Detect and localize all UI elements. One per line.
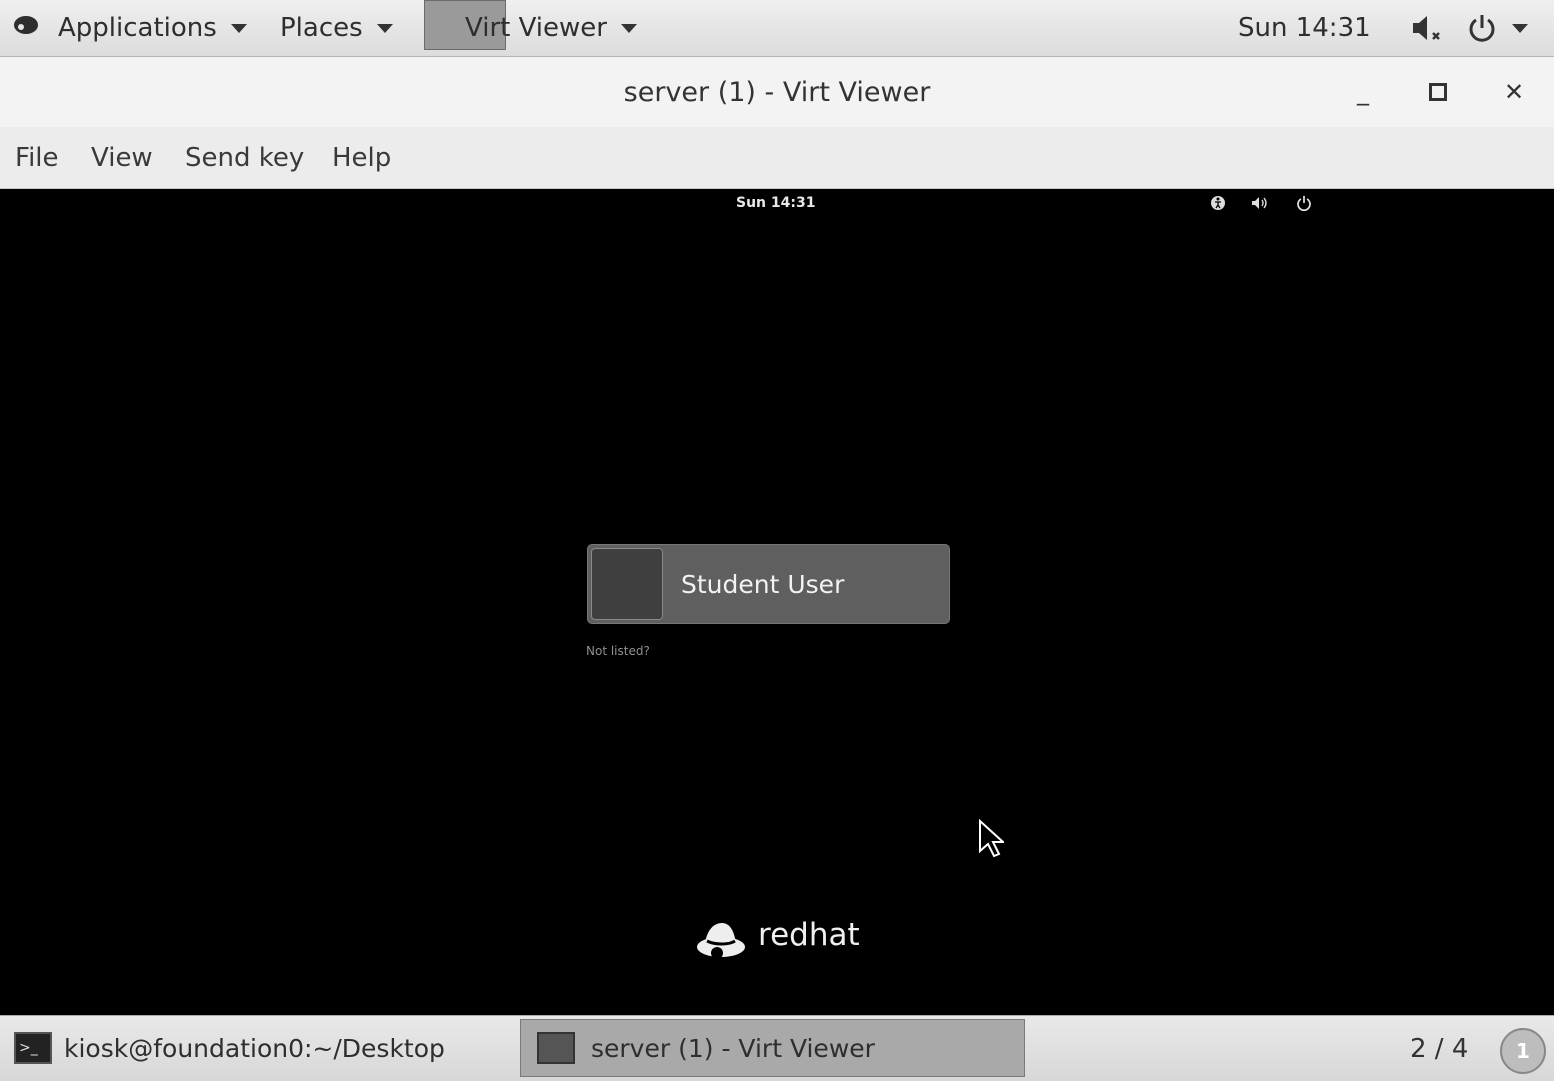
not-listed-link[interactable]: Not listed? [586, 644, 650, 658]
maximize-button[interactable] [1413, 57, 1463, 127]
user-name: Student User [681, 569, 845, 599]
menu-send-key[interactable]: Send key [185, 127, 304, 188]
chevron-down-icon [376, 23, 393, 33]
bottom-panel: >_ kiosk@foundation0:~/Desktop server (1… [0, 1015, 1554, 1081]
minimize-icon: _ [1357, 78, 1369, 106]
menu-help[interactable]: Help [332, 127, 391, 188]
mouse-pointer-icon [978, 818, 1006, 863]
clock[interactable]: Sun 14:31 [1238, 0, 1371, 56]
menu-file[interactable]: File [15, 127, 59, 188]
power-icon[interactable] [1466, 0, 1528, 56]
notification-badge[interactable]: 1 [1500, 1028, 1546, 1074]
redhat-logo: redhat [695, 913, 860, 965]
redhat-hat-icon [697, 923, 745, 959]
chevron-down-icon [1512, 23, 1528, 33]
top-panel: Applications Places Virt Viewer Sun 14:3… [0, 0, 1554, 57]
chevron-down-icon [620, 23, 637, 33]
task-label: kiosk@foundation0:~/Desktop [64, 1033, 445, 1063]
guest-clock[interactable]: Sun 14:31 [736, 195, 815, 211]
close-button[interactable]: ✕ [1489, 57, 1539, 127]
accessibility-icon[interactable] [1208, 193, 1228, 213]
close-icon: ✕ [1503, 78, 1525, 106]
window-titlebar[interactable]: server (1) - Virt Viewer _ ✕ [0, 57, 1554, 127]
power-icon[interactable] [1294, 193, 1314, 213]
menu-view[interactable]: View [91, 127, 153, 188]
terminal-icon: >_ [14, 1032, 52, 1064]
chevron-down-icon [230, 23, 247, 33]
window-title: server (1) - Virt Viewer [623, 76, 931, 108]
user-list-item[interactable]: Student User [587, 544, 950, 624]
workspace-switcher[interactable]: 2 / 4 [1410, 1016, 1468, 1081]
applications-menu[interactable]: Applications [12, 0, 247, 56]
places-label: Places [280, 13, 363, 43]
guest-display[interactable]: Sun 14:31 Student User Not listed? redha… [0, 189, 1554, 1015]
menubar: File View Send key Help [0, 127, 1554, 189]
task-virt-viewer[interactable]: server (1) - Virt Viewer [520, 1019, 1025, 1077]
applications-label: Applications [58, 13, 217, 43]
avatar [591, 548, 663, 620]
places-menu[interactable]: Places [280, 0, 393, 56]
task-terminal[interactable]: >_ kiosk@foundation0:~/Desktop [14, 1019, 509, 1077]
minimize-button[interactable]: _ [1338, 57, 1388, 127]
volume-muted-icon[interactable] [1410, 0, 1444, 56]
redhat-wordmark: redhat [758, 917, 860, 953]
app-menu[interactable]: Virt Viewer [465, 0, 637, 56]
maximize-icon [1429, 83, 1447, 101]
app-menu-label: Virt Viewer [465, 13, 607, 43]
clock-label: Sun 14:31 [1238, 13, 1371, 43]
volume-icon[interactable] [1250, 193, 1270, 213]
task-label: server (1) - Virt Viewer [591, 1033, 875, 1063]
monitor-icon [537, 1032, 575, 1064]
gnome-foot-icon [12, 13, 40, 44]
